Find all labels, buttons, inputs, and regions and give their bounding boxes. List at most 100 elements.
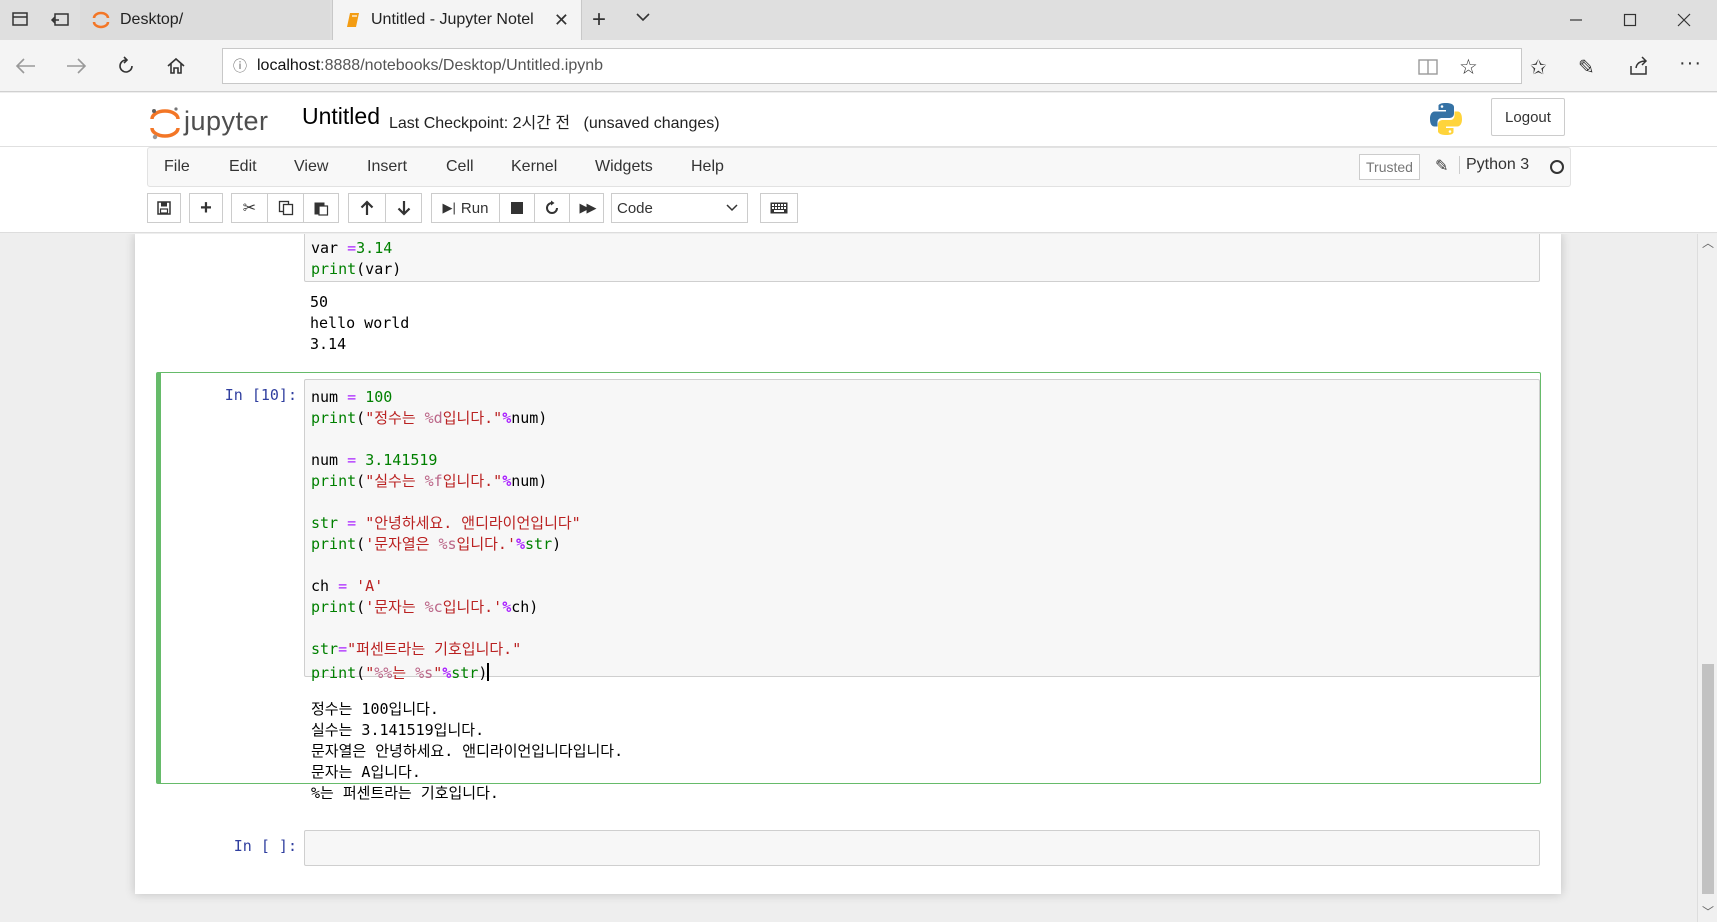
python-logo-icon [1428,101,1464,137]
move-down-button[interactable] [385,193,422,223]
input-prompt: In [10]: [224,386,297,404]
share-icon[interactable] [1628,56,1650,81]
tab-untitled-notebook[interactable]: Untitled - Jupyter Notel ✕ [332,0,582,40]
paste-button[interactable] [303,193,339,223]
cut-button[interactable]: ✂ [231,193,267,223]
arrow-down-icon [397,201,410,216]
logout-button[interactable]: Logout [1491,98,1565,136]
minimize-icon[interactable] [1553,0,1599,40]
menu-edit[interactable]: Edit [229,158,257,176]
back-arrow-icon[interactable] [6,48,46,84]
pen-notes-icon[interactable]: ✎ [1578,55,1595,80]
close-window-icon[interactable] [1661,0,1707,40]
checkpoint-status: Last Checkpoint: 2시간 전 (unsaved changes) [389,109,720,133]
unsaved-changes-text: (unsaved changes) [583,115,720,132]
scroll-down-icon[interactable]: ﹀ [1702,903,1714,920]
code-line: str = "안녕하세요. 앤디라이언입니다" [311,514,581,532]
cell-type-value: Code [617,199,653,217]
forward-arrow-icon[interactable] [56,48,96,84]
refresh-icon[interactable] [106,48,146,84]
run-button[interactable]: ▶| Run [431,193,499,223]
step-forward-icon: ▶| [442,200,456,215]
more-options-icon[interactable]: ··· [1679,52,1702,75]
code-line: print("실수는 %f입니다."%num) [311,472,548,490]
output-line: 정수는 100입니다. [311,700,439,718]
trusted-indicator[interactable]: Trusted [1359,154,1420,180]
menu-insert[interactable]: Insert [367,158,407,176]
arrow-up-icon [360,200,374,215]
checkpoint-text: Last Checkpoint: 2시간 전 [389,115,571,132]
site-info-icon[interactable]: ⓘ [223,56,257,76]
code-line: ch = 'A' [311,577,384,595]
page-scrollbar[interactable]: ︿ ﹀ [1697,234,1717,922]
insert-cell-button[interactable]: + [189,193,223,223]
prev-cell-input[interactable]: var =3.14 print(var) [304,234,1540,282]
menu-widgets[interactable]: Widgets [595,158,653,176]
scrollbar-thumb[interactable] [1702,664,1714,894]
save-button[interactable] [147,193,181,223]
plus-icon: + [200,196,212,219]
chevron-down-icon [725,200,739,217]
output-line: 50 [310,293,329,311]
code-line: var =3.14 [311,239,393,257]
menu-help[interactable]: Help [691,158,724,176]
notebook-title[interactable]: Untitled [302,103,380,130]
notebook-container: var =3.14 print(var) 50 hello world 3.14… [0,234,1697,922]
move-up-button[interactable] [348,193,385,223]
code-line: print("%%는 %s"%str) [311,663,490,682]
run-label: Run [460,199,489,217]
tab-title: Untitled - Jupyter Notel [371,11,534,28]
restart-run-all-button[interactable]: ▶▶ [569,193,604,223]
browser-tab-bar: Desktop/ Untitled - Jupyter Notel ✕ + [0,0,1717,40]
url-host: localhost [257,57,321,74]
fast-forward-icon: ▶▶ [579,200,597,215]
interrupt-button[interactable] [499,193,534,223]
empty-code-cell-input[interactable] [304,830,1540,866]
notebook-page: var =3.14 print(var) 50 hello world 3.14… [135,234,1561,894]
stop-icon [511,202,523,214]
menu-view[interactable]: View [294,158,328,176]
restart-button[interactable] [534,193,569,223]
address-bar-row: ⓘ localhost:8888/notebooks/Desktop/Untit… [0,40,1717,92]
code-line: print('문자는 %c입니다.'%ch) [311,598,539,616]
code-cell-input[interactable]: num = 100 print("정수는 %d입니다."%num) num = … [304,379,1540,682]
tab-desktop[interactable]: Desktop/ [80,0,330,40]
close-tab-icon[interactable]: ✕ [554,10,569,31]
reading-view-icon[interactable] [1418,58,1438,81]
output-line: 실수는 3.141519입니다. [311,721,485,739]
output-line: %는 퍼센트라는 기호입니다. [311,784,499,802]
jupyter-wordmark: jupyter [184,105,269,136]
menu-file[interactable]: File [164,158,190,176]
maximize-icon[interactable] [1607,0,1653,40]
edit-mode-pencil-icon: ✎ [1435,158,1449,175]
command-palette-button[interactable] [760,193,798,223]
jupyter-logo-icon [150,106,180,140]
code-line: num = 100 [311,388,393,406]
paste-icon [314,202,329,216]
menu-kernel[interactable]: Kernel [511,158,557,176]
copy-button[interactable] [267,193,303,223]
code-line: print(var) [311,260,402,278]
url-input[interactable]: ⓘ localhost:8888/notebooks/Desktop/Untit… [222,48,1522,84]
keyboard-icon [770,202,788,214]
cell-type-select[interactable]: Code [611,193,748,223]
favorites-list-icon[interactable]: ✩ [1530,55,1547,80]
scissors-icon: ✂ [242,200,257,217]
save-icon [157,201,171,215]
jupyter-header: jupyter Untitled Last Checkpoint: 2시간 전 … [0,93,1717,147]
jupyter-logo[interactable]: jupyter [150,101,269,141]
menu-cell[interactable]: Cell [446,158,474,176]
favorite-star-icon[interactable]: ☆ [1459,55,1478,80]
empty-input-prompt: In [ ]: [233,837,297,855]
scroll-up-icon[interactable]: ︿ [1702,234,1714,251]
tab-actions-icon[interactable] [10,10,32,30]
kernel-status-icon [1550,160,1564,174]
tab-title: Desktop/ [120,11,184,28]
restart-icon [546,200,558,214]
output-line: 3.14 [310,335,347,353]
new-tab-icon[interactable]: + [592,6,606,34]
back-tab-icon[interactable] [50,10,72,30]
tab-list-chevron-icon[interactable] [634,10,652,27]
home-icon[interactable] [156,48,196,84]
kernel-name[interactable]: Python 3 [1459,156,1529,174]
